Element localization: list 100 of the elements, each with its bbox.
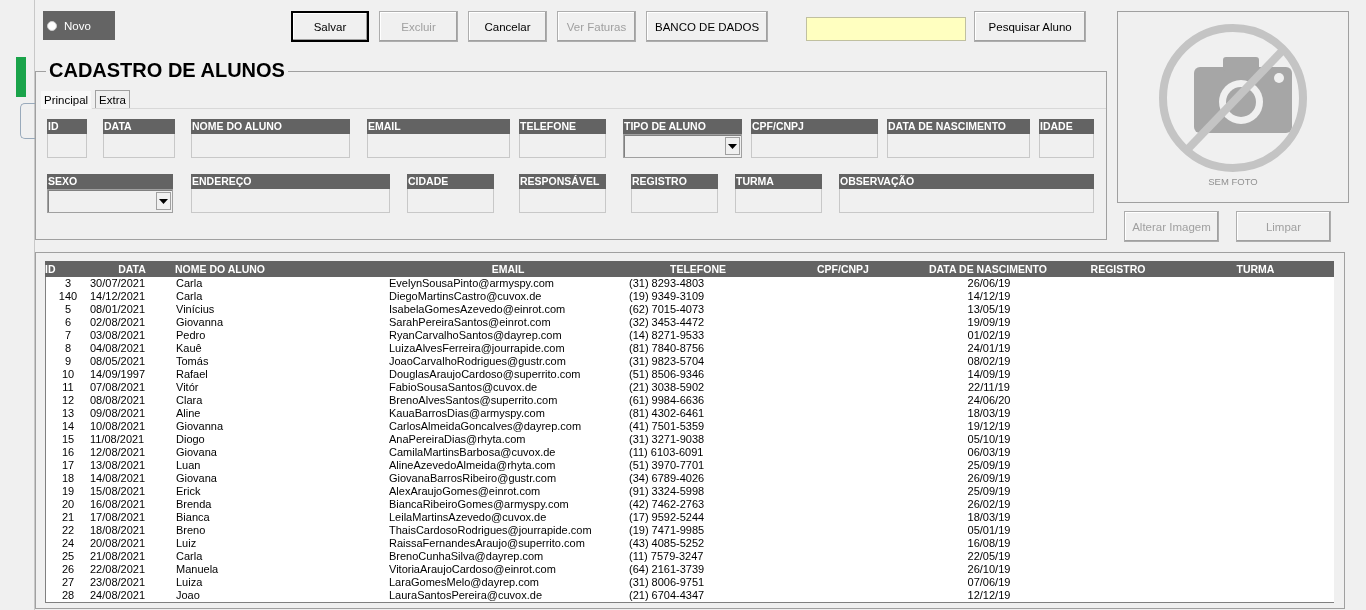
column-header: CPF/CNPJ xyxy=(817,263,869,275)
toolbar-button[interactable]: Cancelar xyxy=(468,11,547,42)
input-field[interactable] xyxy=(407,189,494,213)
table-cell: 19/12/19 xyxy=(967,420,1011,432)
table-cell: AlineAzevedoAlmeida@rhyta.com xyxy=(389,459,556,471)
tab[interactable]: Principal xyxy=(40,90,93,109)
table-cell: Vitór xyxy=(176,381,199,393)
table-cell: Pedro xyxy=(176,329,206,341)
radio-button[interactable] xyxy=(47,20,57,31)
table-cell: 06/03/19 xyxy=(967,446,1011,458)
table-cell: 01/02/19 xyxy=(967,329,1011,341)
toolbar-button[interactable]: BANCO DE DADOS xyxy=(646,11,769,42)
column-header: ID xyxy=(45,263,56,275)
table-cell: 14/09/19 xyxy=(967,368,1011,380)
input-field[interactable] xyxy=(839,189,1094,213)
table-cell: 18/08/2021 xyxy=(90,524,146,536)
table-cell: 23/08/2021 xyxy=(90,576,146,588)
table-cell: VitoriaAraujoCardoso@einrot.com xyxy=(389,563,556,575)
table-cell: 25 xyxy=(61,550,75,562)
table-cell: 7 xyxy=(64,329,72,341)
table-cell: RaissaFernandesAraujo@superrito.com xyxy=(389,537,585,549)
column-header: DATA xyxy=(118,263,146,275)
field-label: NOME DO ALUNO xyxy=(191,119,350,134)
table-cell: 3 xyxy=(64,277,72,289)
table-cell: (31) 9823-5704 xyxy=(629,355,705,367)
field-label: DATA DE NASCIMENTO xyxy=(887,119,1030,134)
table-cell: 09/08/2021 xyxy=(90,407,146,419)
table-cell: 16/08/2021 xyxy=(90,498,146,510)
input-field[interactable] xyxy=(191,134,350,158)
table-cell: Brenda xyxy=(176,498,212,510)
table-cell: Carla xyxy=(176,550,203,562)
input-field[interactable] xyxy=(191,189,390,213)
toolbar-button[interactable]: Salvar xyxy=(291,11,369,42)
table-cell: (64) 2161-3739 xyxy=(629,563,705,575)
table-cell: 07/08/2021 xyxy=(90,381,146,393)
input-field[interactable] xyxy=(1039,134,1094,158)
column-header: DATA DE NASCIMENTO xyxy=(929,263,1047,275)
table-cell: 18 xyxy=(61,472,75,484)
table-cell: 28 xyxy=(61,589,75,601)
column-header: TURMA xyxy=(1236,263,1275,275)
input-field[interactable] xyxy=(887,134,1030,158)
table-cell: 19 xyxy=(61,485,75,497)
table-cell: Breno xyxy=(176,524,206,536)
table-cell: (51) 3970-7701 xyxy=(629,459,705,471)
field-label: TIPO DE ALUNO xyxy=(623,119,742,134)
table-cell: Giovanna xyxy=(176,420,224,432)
input-field[interactable] xyxy=(519,189,606,213)
table-cell: RyanCarvalhoSantos@dayrep.com xyxy=(389,329,562,341)
new-option-panel[interactable]: Novo xyxy=(43,11,115,40)
input-field[interactable] xyxy=(103,134,175,158)
table-cell: 26 xyxy=(61,563,75,575)
table-cell: 13/08/2021 xyxy=(90,459,146,471)
input-field[interactable] xyxy=(751,134,878,158)
photo-caption: SEM FOTO xyxy=(1208,176,1258,187)
input-field[interactable] xyxy=(631,189,718,213)
table-cell: 13 xyxy=(61,407,75,419)
field-label: TELEFONE xyxy=(519,119,606,134)
table-cell: (51) 8506-9346 xyxy=(629,368,705,380)
table-cell: 14/12/19 xyxy=(967,290,1011,302)
field-label: REGISTRO xyxy=(631,174,718,189)
table-cell: Clara xyxy=(176,394,203,406)
table-cell: (14) 8271-9533 xyxy=(629,329,705,341)
table-cell: 140 xyxy=(58,290,78,302)
dropdown-field[interactable] xyxy=(47,189,173,213)
table-cell: 03/08/2021 xyxy=(90,329,146,341)
dropdown-field[interactable] xyxy=(623,134,742,158)
table-cell: 08/01/2021 xyxy=(90,303,146,315)
field-label: RESPONSÁVEL xyxy=(519,174,606,189)
table-cell: 04/08/2021 xyxy=(90,342,146,354)
table-cell: 08/02/19 xyxy=(967,355,1011,367)
table-cell: JoaoCarvalhoRodrigues@gustr.com xyxy=(389,355,566,367)
table-cell: Luiza xyxy=(176,576,203,588)
tab[interactable]: Extra xyxy=(95,90,130,108)
table-cell: Luan xyxy=(176,459,201,471)
table-cell: 08/05/2021 xyxy=(90,355,146,367)
search-field[interactable] xyxy=(806,17,967,41)
table-cell: KauaBarrosDias@armyspy.com xyxy=(389,407,545,419)
table-cell: 10 xyxy=(61,368,75,380)
table-cell: IsabelaGomesAzevedo@einrot.com xyxy=(389,303,566,315)
table-cell: BiancaRibeiroGomes@armyspy.com xyxy=(389,498,569,510)
table-cell: (31) 8006-9751 xyxy=(629,576,705,588)
input-field[interactable] xyxy=(519,134,606,158)
table-cell: 14/12/2021 xyxy=(90,290,146,302)
table-cell: 10/08/2021 xyxy=(90,420,146,432)
table-cell: ThaisCardosoRodrigues@jourrapide.com xyxy=(389,524,592,536)
field-label: OBSERVAÇÃO xyxy=(839,174,1094,189)
search-button[interactable]: Pesquisar Aluno xyxy=(974,11,1087,42)
table-cell: FabioSousaSantos@cuvox.de xyxy=(389,381,538,393)
table-cell: (31) 8293-4803 xyxy=(629,277,705,289)
column-header: NOME DO ALUNO xyxy=(175,263,266,275)
input-field[interactable] xyxy=(735,189,822,213)
table-cell: 30/07/2021 xyxy=(90,277,146,289)
table-cell: BrenoAlvesSantos@superrito.com xyxy=(389,394,558,406)
field-label: ENDEREÇO xyxy=(191,174,390,189)
table-cell: EvelynSousaPinto@armyspy.com xyxy=(389,277,555,289)
field-label: IDADE xyxy=(1039,119,1094,134)
table-cell: 18/03/19 xyxy=(967,407,1011,419)
input-field[interactable] xyxy=(47,134,87,158)
input-field[interactable] xyxy=(367,134,510,158)
table-cell: CarlosAlmeidaGoncalves@dayrep.com xyxy=(389,420,582,432)
